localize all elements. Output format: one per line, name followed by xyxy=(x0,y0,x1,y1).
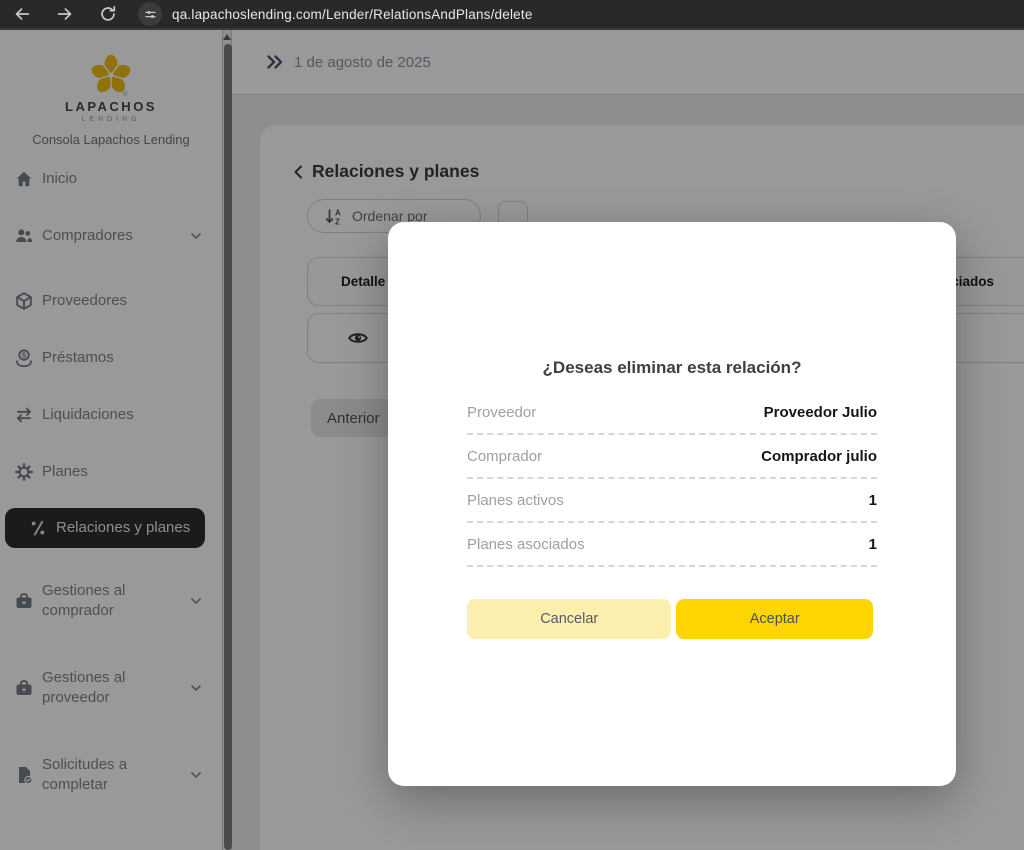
field-planes-activos: Planes activos 1 xyxy=(467,492,877,523)
field-label: Planes activos xyxy=(467,492,564,509)
field-label: Proveedor xyxy=(467,404,536,421)
cancel-button[interactable]: Cancelar xyxy=(467,599,671,639)
accept-button[interactable]: Aceptar xyxy=(676,599,873,639)
browser-chrome: qa.lapachoslending.com/Lender/RelationsA… xyxy=(0,0,1024,30)
field-value: Proveedor Julio xyxy=(764,404,877,421)
app-page: ® LAPACHOS LENDING Consola Lapachos Lend… xyxy=(0,30,1024,850)
field-value: 1 xyxy=(869,536,877,553)
field-value: Comprador julio xyxy=(761,448,877,465)
field-comprador: Comprador Comprador julio xyxy=(467,448,877,479)
field-label: Comprador xyxy=(467,448,542,465)
browser-nav-buttons xyxy=(0,5,117,23)
field-label: Planes asociados xyxy=(467,536,585,553)
delete-confirmation-dialog: ¿Deseas eliminar esta relación? Proveedo… xyxy=(388,222,956,786)
dialog-actions: Cancelar Aceptar xyxy=(467,599,873,639)
field-value: 1 xyxy=(869,492,877,509)
dialog-title: ¿Deseas eliminar esta relación? xyxy=(388,222,956,378)
field-proveedor: Proveedor Proveedor Julio xyxy=(467,404,877,435)
reload-icon[interactable] xyxy=(99,5,117,23)
back-icon[interactable] xyxy=(13,5,31,23)
address-bar[interactable]: qa.lapachoslending.com/Lender/RelationsA… xyxy=(172,7,533,22)
forward-icon[interactable] xyxy=(56,5,74,23)
site-settings-icon[interactable] xyxy=(138,2,162,26)
field-planes-asociados: Planes asociados 1 xyxy=(467,536,877,567)
dialog-fields: Proveedor Proveedor Julio Comprador Comp… xyxy=(467,404,877,567)
